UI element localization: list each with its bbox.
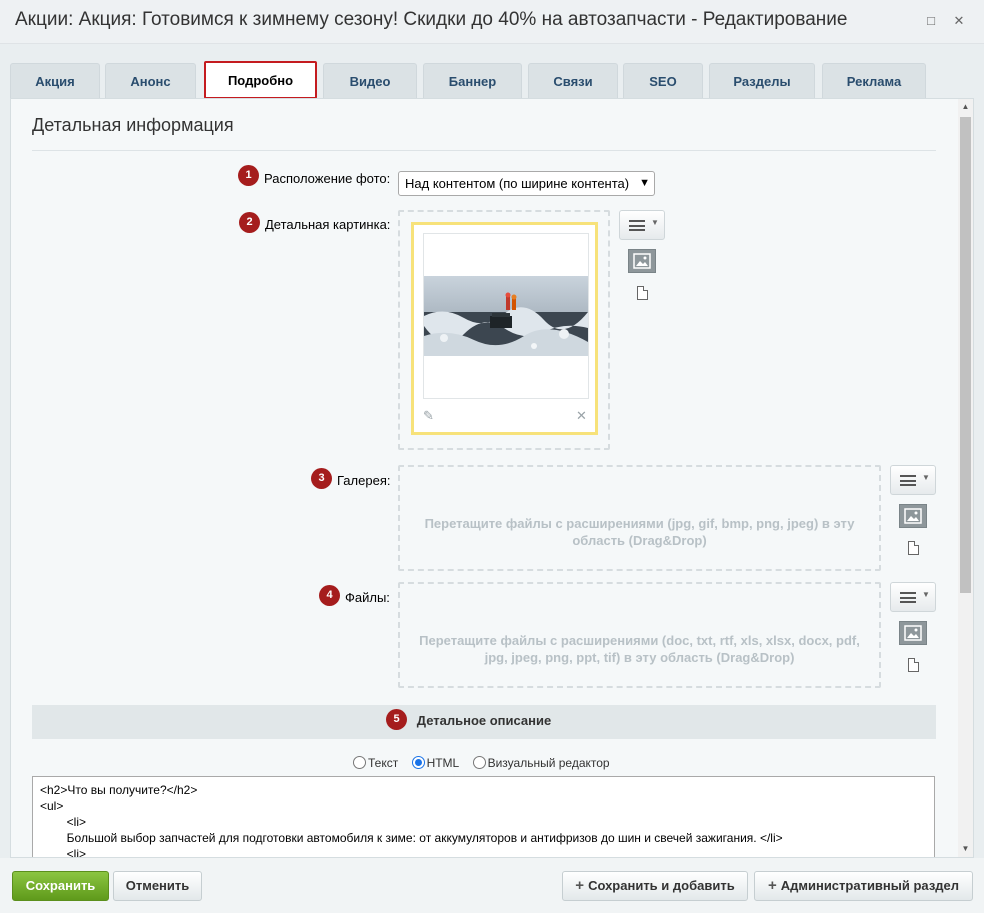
window-titlebar: Акции: Акция: Готовимся к зимнему сезону… [0,0,984,44]
scrollbar-thumb[interactable] [960,117,971,593]
image-icon [904,625,922,641]
tab-details[interactable]: Подробно [204,61,317,99]
maximize-icon[interactable]: □ [924,14,938,28]
mode-visual-label: Визуальный редактор [487,756,610,770]
dropdown-arrow-icon: ▼ [651,218,659,227]
window-title: Акции: Акция: Готовимся к зимнему сезону… [15,9,848,30]
save-and-add-label: Сохранить и добавить [588,878,735,893]
save-and-add-button[interactable]: + Сохранить и добавить [562,871,748,901]
scroll-down-icon[interactable]: ▼ [958,841,973,856]
files-menu-button[interactable]: ▼ [890,582,936,612]
gallery-label: Галерея: [337,473,391,488]
remove-image-icon[interactable]: ✕ [576,408,587,424]
menu-icon [900,475,916,486]
files-dropzone[interactable]: Перетащите файлы с расширениями (doc, tx… [398,582,881,688]
image-icon [633,253,651,269]
description-header: Детальное описание [32,705,936,739]
pencil-icon[interactable]: ✎ [423,408,434,424]
step-badge-5: 5 [386,709,407,730]
admin-section-label: Административный раздел [780,878,960,893]
photo-position-select[interactable]: Над контентом (по ширине контента) ▼ [398,171,655,196]
cancel-button[interactable]: Отменить [113,871,202,901]
section-divider [32,150,936,151]
detail-image-preview [424,276,588,356]
tab-sections[interactable]: Разделы [709,63,815,98]
section-title: Детальная информация [32,115,234,135]
details-panel: Детальная информация 1 Расположение фото… [10,98,974,858]
close-window-icon[interactable]: ✕ [952,14,966,28]
plus-icon: + [767,877,777,894]
photo-position-label: Расположение фото: [264,171,391,186]
files-dropzone-text: Перетащите файлы с расширениями (doc, tx… [419,633,860,665]
radio-html[interactable] [411,756,425,769]
image-icon [904,508,922,524]
save-button[interactable]: Сохранить [12,871,109,901]
file-icon[interactable] [908,541,919,555]
editor-mode-switch: Текст HTML Визуальный редактор [353,756,620,770]
mode-text[interactable]: Текст [353,756,398,770]
detail-image-menu-button[interactable]: ▼ [619,210,665,240]
description-editor[interactable]: <h2>Что вы получите?</h2> <ul> <li> Боль… [32,776,935,857]
step-badge-4: 4 [319,585,340,606]
tab-links[interactable]: Связи [528,63,618,98]
image-preview-frame [423,233,589,399]
tab-seo[interactable]: SEO [623,63,703,98]
admin-section-button[interactable]: + Административный раздел [754,871,973,901]
footer-bar: Сохранить Отменить + Сохранить и добавить… [0,858,984,913]
radio-visual[interactable] [472,756,486,769]
menu-icon [900,592,916,603]
mode-visual[interactable]: Визуальный редактор [472,756,610,770]
radio-text[interactable] [353,756,366,769]
add-from-medialib-button[interactable] [628,249,656,273]
mode-text-label: Текст [368,756,399,770]
tab-announce[interactable]: Анонс [105,63,196,98]
files-medialib-button[interactable] [899,621,927,645]
detail-image-dropzone[interactable]: ✎ ✕ [398,210,610,450]
tab-banner[interactable]: Баннер [423,63,522,98]
gallery-dropzone[interactable]: Перетащите файлы с расширениями (jpg, gi… [398,465,881,571]
dropdown-arrow-icon: ▼ [922,473,930,482]
scroll-up-icon[interactable]: ▲ [958,99,973,114]
file-icon[interactable] [908,658,919,672]
tab-video[interactable]: Видео [323,63,417,98]
detail-image-card[interactable]: ✎ ✕ [411,222,598,435]
file-icon[interactable] [637,286,648,300]
tab-ads[interactable]: Реклама [822,63,926,98]
tab-action[interactable]: Акция [10,63,100,98]
description-title: Детальное описание [416,713,552,728]
photo-position-value: Над контентом (по ширине контента) [405,176,630,191]
mode-html-label: HTML [426,756,460,770]
gallery-menu-button[interactable]: ▼ [890,465,936,495]
dropdown-arrow-icon: ▼ [922,590,930,599]
detail-image-label: Детальная картинка: [265,217,391,232]
gallery-medialib-button[interactable] [899,504,927,528]
step-badge-1: 1 [238,165,259,186]
mode-html[interactable]: HTML [411,756,460,770]
cancel-label: Отменить [125,878,190,893]
gallery-dropzone-text: Перетащите файлы с расширениями (jpg, gi… [424,516,855,548]
menu-icon [629,220,645,231]
chevron-down-icon: ▼ [639,177,650,189]
files-label: Файлы: [345,590,390,605]
plus-icon: + [575,877,585,894]
step-badge-2: 2 [239,212,260,233]
panel-scrollbar[interactable]: ▲ ▼ [958,99,973,857]
step-badge-3: 3 [311,468,332,489]
